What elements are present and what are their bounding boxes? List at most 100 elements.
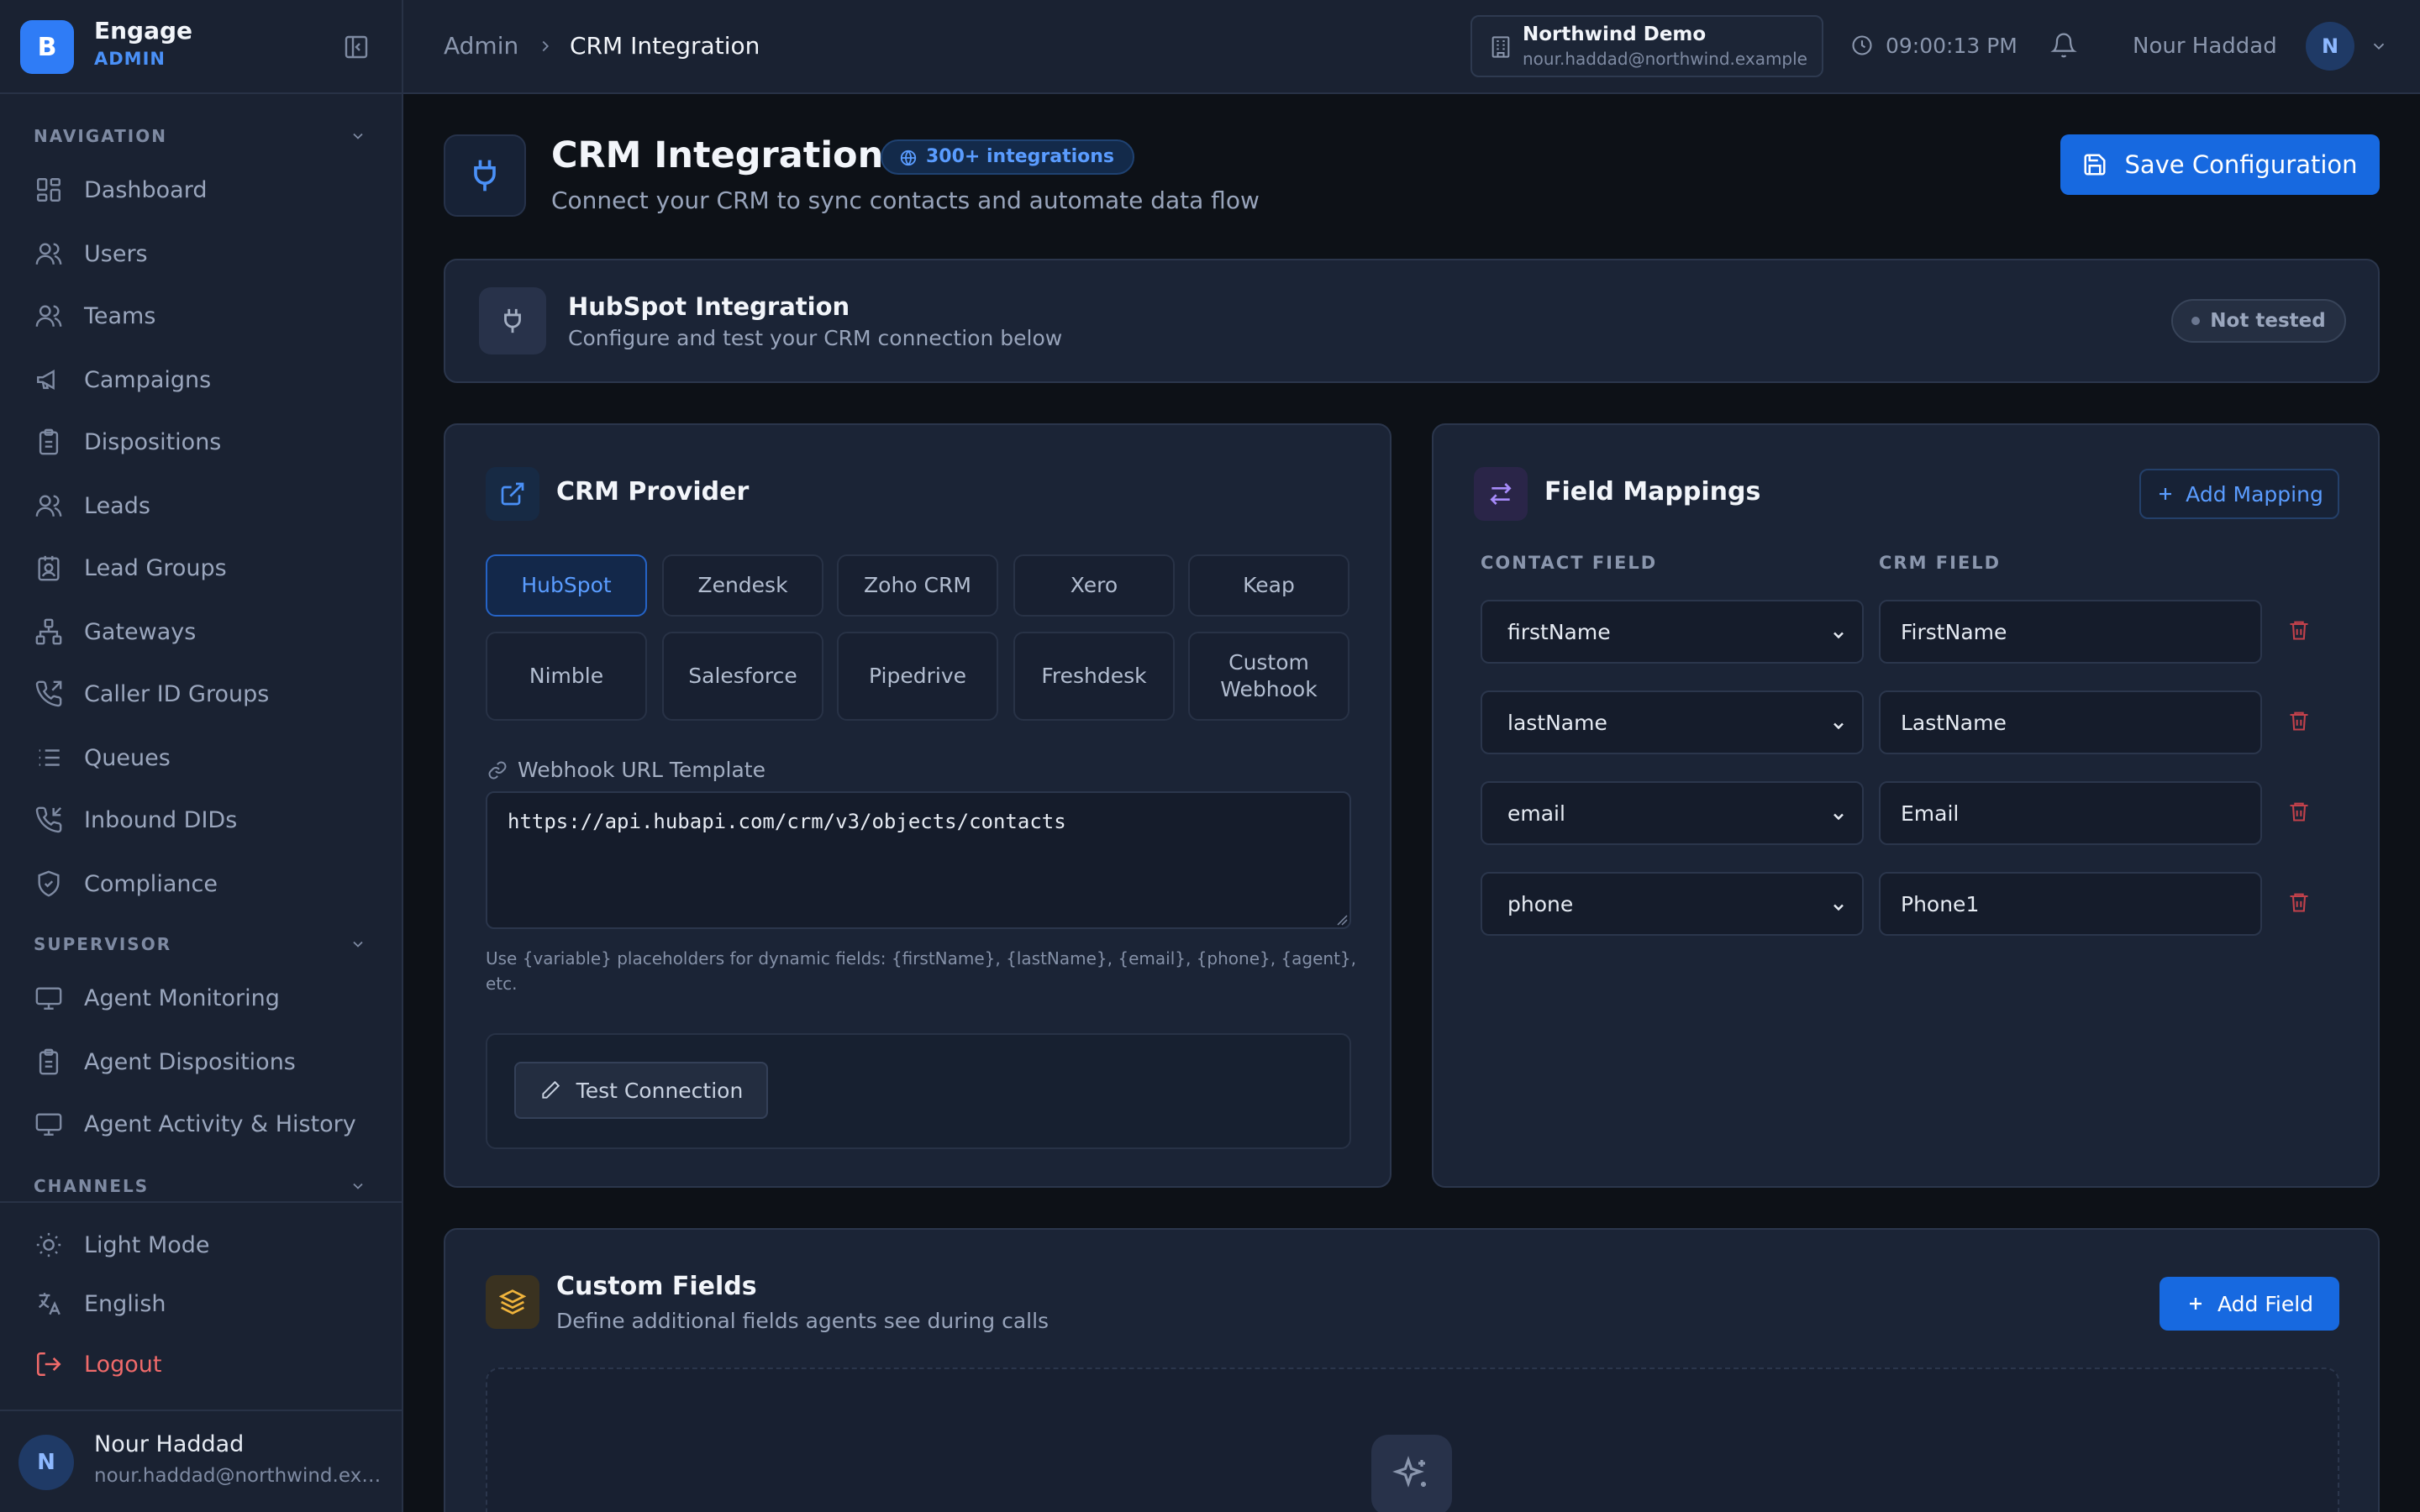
crm-field-input[interactable]: Phone1 [1879,872,2262,936]
sidebar-item-agent-dispositions[interactable]: Agent Dispositions [34,1037,378,1087]
contact-field-select[interactable]: email [1481,781,1864,845]
language-select[interactable]: English [34,1278,378,1329]
status-badge-label: Not tested [2210,310,2326,332]
bell-icon[interactable] [2050,32,2077,59]
sidebar-item-teams[interactable]: Teams [34,291,378,341]
layers-icon [486,1275,539,1329]
field-mappings-card: Field Mappings Add Mapping CONTACT FIELD… [1432,423,2380,1188]
webhook-hint: Use {variable} placeholders for dynamic … [486,948,1357,994]
crm-field-input[interactable]: LastName [1879,690,2262,754]
contact-field-select[interactable]: lastName [1481,690,1864,754]
contact-field-select[interactable]: firstName [1481,600,1864,664]
provider-option-nimble[interactable]: Nimble [486,632,647,721]
chevron-down-icon[interactable] [350,1178,366,1194]
link-icon [487,760,508,780]
chevron-down-icon [1830,899,1847,916]
sidebar-item-gateways[interactable]: Gateways [34,606,378,657]
sidebar-item-leads[interactable]: Leads [34,480,378,531]
logout-label: Logout [84,1351,162,1378]
sidebar-item-lead-groups[interactable]: Lead Groups [34,543,378,593]
sidebar-item-caller-id-groups[interactable]: Caller ID Groups [34,669,378,719]
avatar[interactable]: N [2306,22,2354,71]
monitor-icon [34,1109,64,1139]
trash-icon[interactable] [2287,890,2311,914]
chevron-right-icon [536,37,555,55]
theme-toggle[interactable]: Light Mode [34,1220,378,1270]
nav-section-channels[interactable]: CHANNELS [34,1176,149,1196]
save-configuration-button[interactable]: Save Configuration [2060,134,2380,195]
status-badge: Not tested [2171,299,2346,343]
test-connection-panel: Test Connection [486,1033,1351,1149]
sidebar-item-agent-activity[interactable]: Agent Activity & History [34,1099,378,1149]
contact-field-value: email [1507,801,1565,826]
org-name: Northwind Demo [1523,24,1707,45]
sidebar-item-agent-monitoring[interactable]: Agent Monitoring [34,973,378,1023]
avatar[interactable]: N [18,1435,74,1490]
sidebar-item-label: Inbound DIDs [84,806,238,833]
logout-button[interactable]: Logout [34,1339,378,1389]
users-icon [34,491,64,521]
clock-time: 09:00:13 PM [1886,34,2018,58]
provider-option-hubspot[interactable]: HubSpot [486,554,647,617]
provider-option-zendesk[interactable]: Zendesk [662,554,823,617]
provider-option-custom-webhook[interactable]: Custom Webhook [1188,632,1349,721]
trash-icon[interactable] [2287,709,2311,732]
breadcrumb-admin[interactable]: Admin [444,32,518,60]
provider-option-salesforce[interactable]: Salesforce [662,632,823,721]
sidebar-item-label: Lead Groups [84,554,227,581]
crm-field-input[interactable]: Email [1879,781,2262,845]
contact-field-select[interactable]: phone [1481,872,1864,936]
add-mapping-button[interactable]: Add Mapping [2139,469,2339,519]
crm-field-input[interactable]: FirstName [1879,600,2262,664]
sidebar-item-queues[interactable]: Queues [34,732,378,783]
org-switcher[interactable]: Northwind Demo nour.haddad@northwind.exa… [1470,15,1823,77]
logout-icon [34,1349,64,1379]
sidebar-item-campaigns[interactable]: Campaigns [34,354,378,405]
page-title: CRM Integration [551,134,884,176]
banner-subtitle: Configure and test your CRM connection b… [568,326,1063,350]
contact-field-value: firstName [1507,619,1611,644]
contact-field-value: lastName [1507,710,1607,735]
chevron-down-icon [1830,627,1847,643]
chevron-down-icon[interactable] [350,936,366,953]
chevron-down-icon[interactable] [350,128,366,144]
list-icon [34,743,64,773]
sidebar-item-users[interactable]: Users [34,228,378,279]
header-user-name[interactable]: Nour Haddad [2133,34,2277,59]
provider-option-freshdesk[interactable]: Freshdesk [1013,632,1175,721]
custom-fields-subtitle: Define additional fields agents see duri… [556,1309,1050,1333]
nav-section-navigation[interactable]: NAVIGATION [34,126,167,146]
phone-incoming-icon [34,805,64,835]
resize-handle-icon[interactable] [1336,914,1348,926]
theme-toggle-label: Light Mode [84,1231,210,1258]
sidebar-item-inbound-dids[interactable]: Inbound DIDs [34,795,378,845]
shield-check-icon [34,869,64,899]
sidebar-item-label: Dispositions [84,428,222,455]
chevron-down-icon[interactable] [2370,37,2388,55]
provider-option-xero[interactable]: Xero [1013,554,1175,617]
sidebar-item-label: Queues [84,744,171,771]
sidebar-collapse-icon[interactable] [343,34,370,60]
external-link-icon [486,467,539,521]
add-field-button[interactable]: Add Field [2160,1277,2339,1331]
trash-icon[interactable] [2287,618,2311,642]
integrations-badge: 300+ integrations [881,139,1135,175]
nav-section-supervisor[interactable]: SUPERVISOR [34,934,171,954]
sidebar-item-dashboard[interactable]: Dashboard [34,165,378,215]
provider-option-zoho-crm[interactable]: Zoho CRM [837,554,998,617]
provider-option-pipedrive[interactable]: Pipedrive [837,632,998,721]
sidebar-item-dispositions[interactable]: Dispositions [34,417,378,467]
team-icon [34,301,64,331]
building-icon [1489,35,1512,59]
webhook-url-input[interactable]: https://api.hubapi.com/crm/v3/objects/co… [486,791,1351,929]
brand: B Engage ADMIN [0,0,402,94]
globe-icon [899,149,918,167]
test-connection-label: Test Connection [576,1078,744,1103]
test-connection-button[interactable]: Test Connection [514,1062,768,1119]
sidebar-item-compliance[interactable]: Compliance [34,858,378,909]
trash-icon[interactable] [2287,800,2311,823]
brand-logo[interactable]: B [20,20,74,74]
sidebar-item-label: Leads [84,492,150,519]
provider-option-keap[interactable]: Keap [1188,554,1349,617]
sidebar-item-label: Agent Dispositions [84,1048,296,1075]
